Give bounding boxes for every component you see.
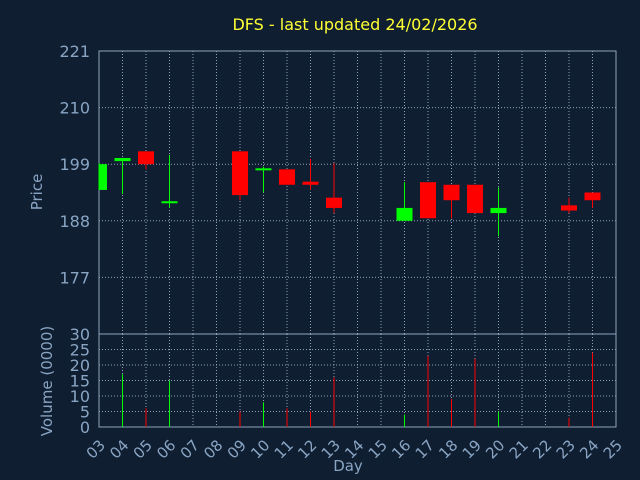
candle-03 [98,163,107,190]
chart-title: DFS - last updated 24/02/2026 [232,15,477,34]
day-tick-label: 16 [388,436,414,462]
day-tick-label: 19 [459,436,485,462]
candle-body [114,158,131,162]
candle-body [232,151,248,196]
candlestick-chart: DFS - last updated 24/02/2026 2212101991… [28,15,626,475]
candle-24 [584,192,601,208]
candle-18 [443,184,460,219]
candle-body [255,168,272,171]
day-tick-label: 23 [553,436,579,462]
day-tick-label: 12 [294,436,320,462]
price-tick-label: 199 [59,155,90,174]
candle-body [99,164,107,190]
candle-16 [396,182,413,221]
day-tick-label: 06 [153,436,179,462]
x-axis-label: Day [333,457,363,475]
candle-13 [326,163,342,214]
candle-body [279,169,295,185]
price-tick-label: 221 [59,42,90,61]
day-tick-label: 05 [130,436,156,462]
candle-04 [114,158,131,195]
day-tick-label: 10 [247,436,273,462]
candle-09 [232,151,248,201]
day-tick-label: 25 [600,436,626,462]
candle-body [561,205,577,211]
candle-body [584,192,601,201]
day-tick-label: 15 [365,436,391,462]
day-tick-label: 04 [106,436,132,462]
candle-11 [279,169,295,185]
day-tick-label: 11 [271,436,297,462]
price-tick-label: 188 [59,212,90,231]
candle-17 [420,182,436,219]
volume-tick-labels: 302520151050 [70,325,90,437]
candle-body [443,184,460,201]
day-tick-label: 08 [200,436,226,462]
candle-body [467,184,483,214]
day-tick-label: 22 [529,436,555,462]
volume-tick-label: 0 [80,418,90,437]
day-tick-label: 03 [83,436,109,462]
price-gridlines [99,50,616,334]
candle-body [326,197,342,208]
candle-body [138,151,154,165]
candle-12 [302,159,319,190]
day-tick-label: 09 [224,436,250,462]
day-tick-label: 18 [435,436,461,462]
day-tick-label: 21 [506,436,532,462]
candle-10 [255,166,272,193]
candle-20 [490,187,507,237]
candle-19 [467,184,483,214]
day-tick-label: 24 [576,436,602,462]
price-tick-labels: 221 210 199 188 177 [59,42,90,287]
candle-body [420,182,436,219]
price-tick-label: 177 [59,268,90,287]
candle-06 [161,154,178,208]
candle-23 [561,197,577,214]
candle-body [490,207,507,214]
price-axis-label: Price [28,174,46,211]
volume-gridlines [99,334,616,427]
candle-body [302,181,319,185]
day-tick-label: 17 [412,436,438,462]
day-tick-label: 07 [177,436,203,462]
day-tick-label: 20 [482,436,508,462]
price-tick-label: 210 [59,99,90,118]
candle-body [396,207,413,221]
candle-body [161,201,178,204]
candle-05 [138,151,154,170]
volume-axis-label: Volume (0000) [38,326,56,436]
